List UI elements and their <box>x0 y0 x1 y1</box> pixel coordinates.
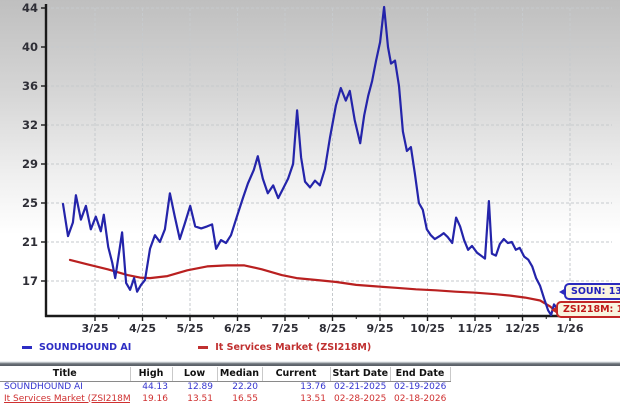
stats-table-header: TitleHighLowMedianCurrentStart DateEnd D… <box>0 367 450 382</box>
column-header-start-date: Start Date <box>330 367 390 382</box>
y-tick-label: 17 <box>22 274 38 288</box>
stats-table: TitleHighLowMedianCurrentStart DateEnd D… <box>0 367 451 403</box>
legend-label-industry: It Services Market (ZSI218M) <box>215 342 371 353</box>
y-tick-label: 29 <box>22 157 38 171</box>
column-header-high: High <box>130 367 172 382</box>
cell-median: 22.20 <box>217 382 262 394</box>
column-header-median: Median <box>217 367 262 382</box>
x-tick-label: 9/25 <box>367 322 394 335</box>
x-tick-label: 8/25 <box>319 322 346 335</box>
cell-low: 13.51 <box>172 394 217 403</box>
x-tick-label: 6/25 <box>224 322 251 335</box>
cell-title[interactable]: It Services Market (ZSI218M) <box>0 394 130 403</box>
y-tick-label: 25 <box>22 196 38 210</box>
x-tick-label: 4/25 <box>129 322 156 335</box>
x-tick-label: 7/25 <box>272 322 299 335</box>
cell-end_date: 02-18-2026 <box>390 394 450 403</box>
y-tick-label: 40 <box>22 40 38 54</box>
x-tick-label: 5/25 <box>177 322 204 335</box>
industry-line-swatch-icon <box>198 346 208 349</box>
cell-current: 13.51 <box>262 394 330 403</box>
industry-price-line <box>70 260 560 315</box>
soun-price-callout: SOUN: 13.76 <box>564 283 620 300</box>
y-tick-label: 21 <box>22 235 38 249</box>
cell-high: 19.16 <box>130 394 172 403</box>
soun-price-line <box>63 7 560 315</box>
legend-item-industry: It Services Market (ZSI218M) <box>198 342 371 353</box>
y-tick-label: 44 <box>22 1 38 15</box>
zsi-price-callout: ZSI218M: 13.51 <box>556 301 620 318</box>
soun-line-swatch-icon <box>22 346 32 349</box>
cell-end_date: 02-19-2026 <box>390 382 450 394</box>
x-tick-label: 12/25 <box>505 322 540 335</box>
table-row: SOUNDHOUND AI44.1312.8922.2013.7602-21-2… <box>0 382 450 394</box>
cell-start_date: 02-21-2025 <box>330 382 390 394</box>
column-header-title: Title <box>0 367 130 382</box>
cell-start_date: 02-28-2025 <box>330 394 390 403</box>
separator-bar <box>0 361 620 366</box>
column-header-end-date: End Date <box>390 367 450 382</box>
cell-current: 13.76 <box>262 382 330 394</box>
x-tick-label: 11/25 <box>458 322 493 335</box>
column-header-current: Current <box>262 367 330 382</box>
cell-low: 12.89 <box>172 382 217 394</box>
table-row: It Services Market (ZSI218M)19.1613.5116… <box>0 394 450 403</box>
cell-high: 44.13 <box>130 382 172 394</box>
y-tick-label: 32 <box>22 118 38 132</box>
x-tick-label: 1/26 <box>557 322 584 335</box>
legend-label-soun: SOUNDHOUND AI <box>39 342 131 353</box>
x-tick-label: 3/25 <box>82 322 109 335</box>
legend-item-soun: SOUNDHOUND AI <box>22 342 131 353</box>
cell-median: 16.55 <box>217 394 262 403</box>
x-tick-label: 10/25 <box>410 322 445 335</box>
column-header-low: Low <box>172 367 217 382</box>
chart-plot-area: 44 40 36 32 29 25 21 17 3/25 4/25 5/25 6/25 7/25 8/25… <box>0 0 620 335</box>
price-comparison-chart: 44 40 36 32 29 25 21 17 3/25 4/25 5/25 6/25 7/25 8/25… <box>0 0 620 403</box>
chart-legend: SOUNDHOUND AI It Services Market (ZSI218… <box>0 335 620 361</box>
cell-title: SOUNDHOUND AI <box>0 382 130 394</box>
y-tick-label: 36 <box>22 79 38 93</box>
chart-svg: 44 40 36 32 29 25 21 17 3/25 4/25 5/25 6/25 7/25 8/25… <box>0 0 620 335</box>
